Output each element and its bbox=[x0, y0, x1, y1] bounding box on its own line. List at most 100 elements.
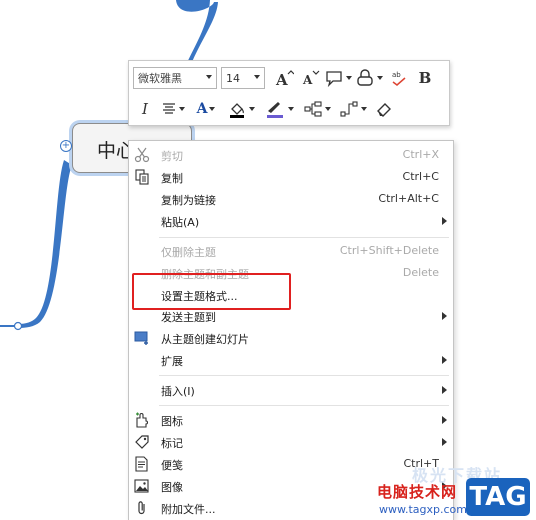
chevron-right-icon bbox=[442, 312, 447, 320]
menu-item-copy[interactable]: 复制 Ctrl+C bbox=[129, 166, 453, 188]
shape-icon bbox=[326, 71, 342, 88]
menu-shortcut: Ctrl+C bbox=[402, 170, 439, 183]
font-family-value: 微软雅黑 bbox=[138, 72, 182, 85]
tree-structure-icon bbox=[304, 101, 322, 117]
note-icon bbox=[135, 456, 148, 472]
collapse-toggle[interactable]: + bbox=[60, 140, 72, 152]
watermark-site-name: 电脑技术网 bbox=[377, 483, 458, 501]
image-icon bbox=[134, 479, 149, 493]
menu-shortcut: Ctrl+Alt+C bbox=[378, 192, 439, 205]
context-menu: 剪切 Ctrl+X 复制 Ctrl+C 复制为链接 Ctrl+Alt+C 粘贴(… bbox=[128, 140, 454, 520]
menu-label: 标记 bbox=[161, 437, 183, 450]
chevron-right-icon bbox=[442, 356, 447, 364]
connector-button[interactable] bbox=[335, 97, 371, 121]
svg-text:ab: ab bbox=[392, 71, 401, 79]
paperclip-icon bbox=[138, 501, 145, 515]
shrink-font-icon: A bbox=[302, 70, 320, 87]
increase-font-button[interactable]: A bbox=[271, 66, 297, 90]
font-size-value: 14 bbox=[226, 71, 240, 85]
menu-item-icons[interactable]: 图标 bbox=[129, 409, 453, 431]
menu-label: 复制为链接 bbox=[161, 194, 216, 207]
decrease-font-button[interactable]: A bbox=[297, 66, 323, 90]
menu-item-notes[interactable]: 便笺 Ctrl+T bbox=[129, 453, 453, 475]
format-toolbar: 微软雅黑 14 A A ab B I A bbox=[128, 60, 450, 126]
menu-shortcut: Ctrl+X bbox=[402, 148, 439, 161]
chevron-down-icon bbox=[254, 75, 260, 79]
menu-item-extend[interactable]: 扩展 bbox=[129, 349, 453, 371]
chevron-down-icon bbox=[361, 107, 367, 111]
menu-label: 图像 bbox=[161, 481, 183, 494]
font-color-button[interactable]: A bbox=[189, 97, 223, 121]
branch-left[interactable] bbox=[18, 160, 72, 328]
menu-label: 插入(I) bbox=[161, 385, 195, 398]
chevron-right-icon bbox=[442, 416, 447, 424]
lock-shape-icon bbox=[357, 69, 373, 86]
bold-button[interactable]: B bbox=[413, 66, 437, 90]
font-family-select[interactable]: 微软雅黑 bbox=[133, 67, 217, 89]
menu-separator bbox=[159, 405, 449, 406]
menu-separator bbox=[159, 237, 449, 238]
menu-label: 便笺 bbox=[161, 459, 183, 472]
spellcheck-icon: ab bbox=[392, 71, 406, 86]
menu-label: 从主题创建幻灯片 bbox=[161, 333, 249, 346]
copy-icon bbox=[135, 169, 149, 185]
watermark-tag-badge: TAG bbox=[466, 478, 530, 516]
menu-label: 附加文件... bbox=[161, 503, 216, 516]
boundary-button[interactable] bbox=[353, 66, 385, 90]
menu-label: 图标 bbox=[161, 415, 183, 428]
watermark-url: www.tagxp.com bbox=[379, 503, 467, 516]
brush-icon bbox=[267, 102, 283, 118]
menu-label: 粘贴(A) bbox=[161, 216, 200, 229]
menu-shortcut: Delete bbox=[402, 266, 439, 279]
topic-shape-button[interactable] bbox=[323, 66, 353, 90]
menu-shortcut: Ctrl+Shift+Delete bbox=[339, 244, 439, 257]
line-color-button[interactable] bbox=[259, 97, 299, 121]
chevron-down-icon bbox=[288, 107, 294, 111]
annotation-highlight-box bbox=[132, 273, 291, 310]
svg-text:A: A bbox=[302, 73, 313, 87]
svg-text:A: A bbox=[275, 71, 288, 88]
chevron-down-icon bbox=[377, 76, 383, 80]
chevron-down-icon bbox=[346, 76, 352, 80]
chevron-down-icon bbox=[209, 107, 216, 111]
chevron-down-icon bbox=[249, 107, 255, 111]
chevron-down-icon bbox=[206, 75, 212, 79]
align-button[interactable] bbox=[157, 97, 189, 121]
eraser-icon bbox=[377, 103, 391, 117]
italic-button[interactable]: I bbox=[133, 97, 157, 121]
chevron-right-icon bbox=[442, 217, 447, 225]
fill-color-button[interactable] bbox=[223, 97, 259, 121]
align-center-icon bbox=[163, 103, 175, 114]
menu-item-cut[interactable]: 剪切 Ctrl+X bbox=[129, 144, 453, 166]
menu-item-delete-topic-only[interactable]: 仅删除主题 Ctrl+Shift+Delete bbox=[129, 240, 453, 262]
branch-end-dot[interactable] bbox=[13, 321, 23, 331]
menu-item-insert[interactable]: 插入(I) bbox=[129, 379, 453, 401]
paint-bucket-icon bbox=[230, 103, 244, 118]
chevron-down-icon bbox=[325, 107, 331, 111]
font-color-letter: A bbox=[196, 101, 208, 117]
scissors-icon bbox=[134, 147, 150, 163]
toolbar-row-bottom: I A bbox=[133, 96, 397, 122]
chevron-down-icon bbox=[179, 107, 185, 111]
connector-icon bbox=[340, 101, 358, 117]
format-painter-button[interactable] bbox=[371, 97, 397, 121]
slide-icon bbox=[134, 331, 148, 345]
menu-label: 扩展 bbox=[161, 355, 183, 368]
menu-separator bbox=[159, 375, 449, 376]
menu-item-copy-as-link[interactable]: 复制为链接 Ctrl+Alt+C bbox=[129, 188, 453, 210]
menu-item-create-slide[interactable]: 从主题创建幻灯片 bbox=[129, 327, 453, 349]
chevron-right-icon bbox=[442, 438, 447, 446]
menu-item-tags[interactable]: 标记 bbox=[129, 431, 453, 453]
menu-label: 仅删除主题 bbox=[161, 246, 216, 259]
clear-format-button[interactable]: ab bbox=[385, 66, 413, 90]
grow-font-icon: A bbox=[275, 70, 294, 88]
tag-icon bbox=[135, 435, 149, 449]
menu-label: 复制 bbox=[161, 172, 183, 185]
layout-button[interactable] bbox=[299, 97, 335, 121]
toolbar-row-top: 微软雅黑 14 A A ab B bbox=[133, 65, 437, 91]
menu-item-paste[interactable]: 粘贴(A) bbox=[129, 210, 453, 232]
chevron-right-icon bbox=[442, 386, 447, 394]
menu-label: 剪切 bbox=[161, 150, 183, 163]
font-size-select[interactable]: 14 bbox=[221, 67, 265, 89]
menu-label: 发送主题到 bbox=[161, 311, 216, 324]
